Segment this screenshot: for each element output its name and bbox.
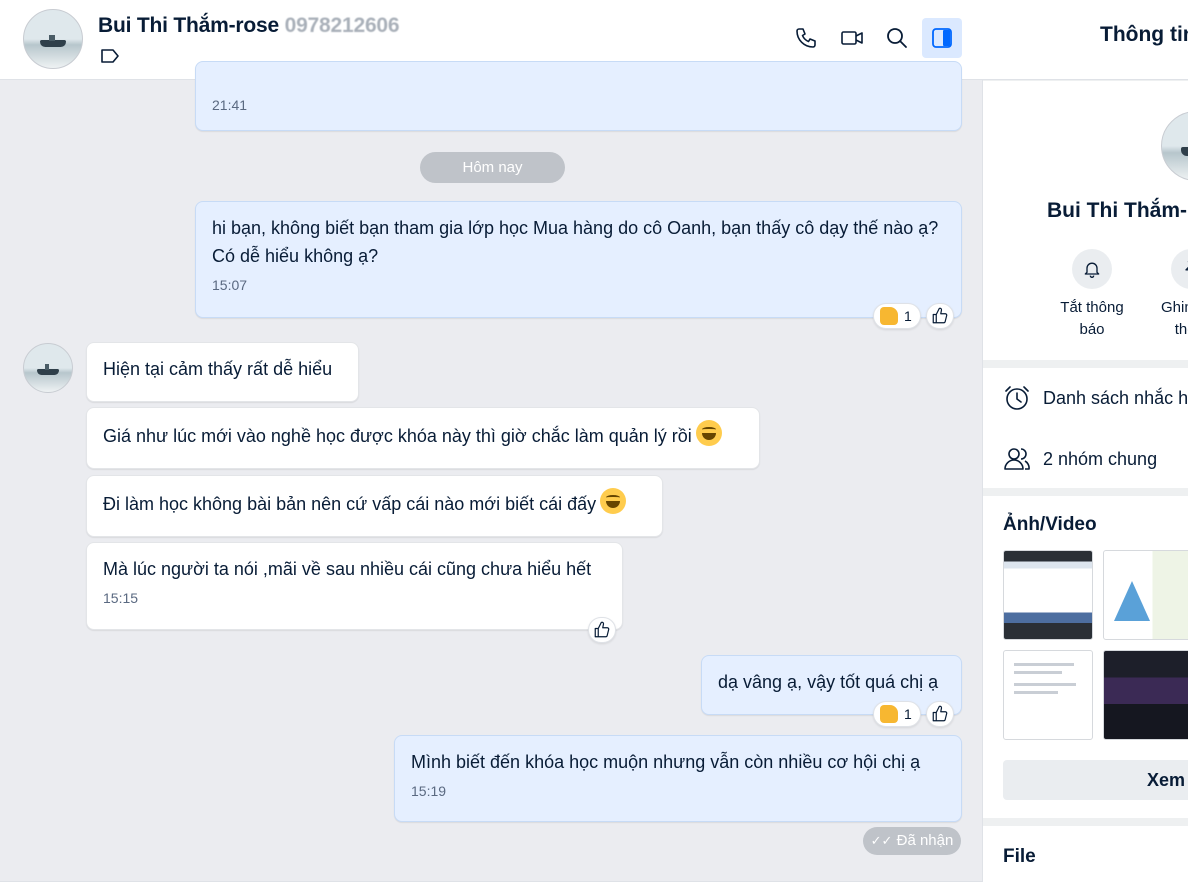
media-thumbnail[interactable] [1003,550,1093,640]
chat-column: Bui Thi Thắm-rose 0978212606 21:41 Hôm n… [0,0,983,889]
profile-name: Bui Thi Thắm-rose [1047,199,1188,222]
panel-links-section: Danh sách nhắc hẹn 2 nhóm chung [983,368,1188,488]
toggle-info-panel-button[interactable] [922,18,962,58]
message-time: 15:15 [103,590,139,606]
panel-header: Thông tin hội thoại [983,0,1188,80]
media-thumbnail[interactable] [1103,550,1188,640]
laughing-emoji-icon [695,420,722,446]
message-bubble[interactable]: Mình biết đến khóa học muộn nhưng vẫn cò… [394,735,962,822]
call-button[interactable] [786,18,826,58]
like-button[interactable] [588,617,616,643]
mute-notifications-label: Tắt thông báo [1060,299,1124,338]
thumbs-up-icon [932,705,948,722]
message-bubble[interactable]: 21:41 [195,61,962,131]
date-separator: Hôm nay [420,152,565,183]
panel-profile-section: Bui Thi Thắm-rose Tắt thông báo Ghim hội… [983,81,1188,360]
conversation-info-panel: Thông tin hội thoại Bui Thi Thắm-rose Tắ… [983,0,1188,889]
phone-icon [796,28,816,48]
sender-avatar[interactable] [23,343,73,393]
users-icon [1004,448,1030,470]
video-camera-icon [841,31,863,45]
grinning-emoji-icon [600,488,627,514]
thumbs-up-emoji-icon [880,307,898,325]
like-button[interactable] [926,303,954,329]
message-time: 15:07 [212,277,248,293]
profile-avatar[interactable] [1161,111,1188,181]
message-text: dạ vâng ạ, vậy tốt quá chị ạ [718,672,939,692]
thumbs-up-emoji-icon [880,705,898,723]
composer-edge [0,881,983,889]
message-bubble[interactable]: Đi làm học không bài bản nên cứ vấp cái … [86,475,663,537]
message-bubble[interactable]: Hiện tại cảm thấy rất dễ hiểu [86,342,359,402]
media-section-title[interactable]: Ảnh/Video [1003,514,1097,536]
search-icon [887,28,907,48]
pin-conversation-label: Ghim hội thoại [1160,299,1188,338]
message-bubble[interactable]: Mà lúc người ta nói ,mãi về sau nhiều cá… [86,542,623,630]
media-thumbnail[interactable] [1103,650,1188,740]
thumbs-up-icon [594,621,610,638]
alarm-clock-icon [1005,386,1029,410]
video-call-button[interactable] [832,18,872,58]
contact-avatar[interactable] [23,9,83,69]
message-bubble[interactable]: hi bạn, không biết bạn tham gia lớp học … [195,201,962,318]
message-text: hi bạn, không biết bạn tham gia lớp học … [212,218,939,266]
message-text: Hiện tại cảm thấy rất dễ hiểu [103,359,333,379]
search-button[interactable] [877,18,917,58]
bell-icon [1084,262,1100,278]
pin-icon [1185,261,1188,271]
message-list[interactable]: 21:41 Hôm nay hi bạn, không biết bạn tha… [0,61,983,881]
message-text: Giá như lúc mới vào nghề học được khóa n… [103,426,692,446]
panel-title: Thông tin hội thoại [1100,23,1188,46]
message-text: Mình biết đến khóa học muộn nhưng vẫn cò… [411,752,921,772]
sidebar-panel-icon [932,28,952,48]
mute-notifications-button[interactable]: Tắt thông báo [1052,249,1132,341]
delivery-status-badge: ✓✓ Đã nhận [863,827,961,855]
media-thumbnail[interactable] [1003,650,1093,740]
message-bubble[interactable]: Giá như lúc mới vào nghề học được khóa n… [86,407,760,469]
view-all-media-button[interactable]: Xem tất cả [1003,760,1188,800]
thumbs-up-icon [932,307,948,324]
file-section: File [983,826,1188,889]
file-section-title[interactable]: File [1003,846,1036,868]
contact-phone: 0978212606 [284,14,400,37]
like-button[interactable] [926,701,954,727]
message-time: 15:19 [411,783,447,799]
reaction-count-badge[interactable]: 1 [873,303,921,329]
tag-icon[interactable] [100,48,120,64]
pin-conversation-button[interactable]: Ghim hội thoại [1151,249,1188,341]
contact-name[interactable]: Bui Thi Thắm-rose 0978212606 [98,14,400,38]
media-section: Ảnh/Video Xem tất cả [983,496,1188,818]
reminders-list-link[interactable]: Danh sách nhắc hẹn [1003,384,1188,412]
message-time: 21:41 [212,97,248,113]
message-text: Mà lúc người ta nói ,mãi về sau nhiều cá… [103,559,592,579]
reaction-count-badge[interactable]: 1 [873,701,921,727]
message-bubble[interactable]: dạ vâng ạ, vậy tốt quá chị ạ [701,655,962,715]
message-text: Đi làm học không bài bản nên cứ vấp cái … [103,494,597,514]
common-groups-link[interactable]: 2 nhóm chung [1003,445,1157,473]
double-check-icon: ✓✓ [870,833,893,848]
